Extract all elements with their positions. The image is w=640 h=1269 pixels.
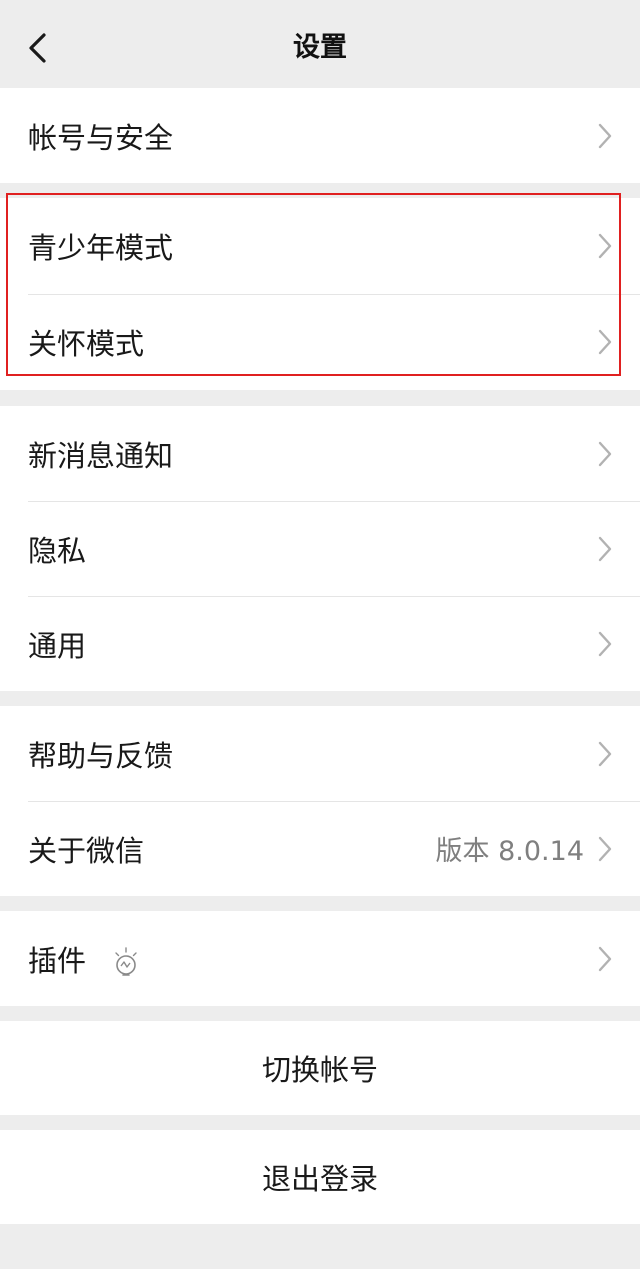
switch-account-button[interactable]: 切换帐号	[0, 1021, 640, 1115]
chevron-right-icon	[598, 123, 612, 149]
row-privacy[interactable]: 隐私	[0, 501, 640, 596]
lightbulb-icon	[111, 946, 141, 980]
chevron-right-icon	[598, 536, 612, 562]
chevron-right-icon	[598, 233, 612, 259]
row-label: 关怀模式	[28, 327, 145, 361]
row-account-security[interactable]: 帐号与安全	[0, 88, 640, 183]
chevron-right-icon	[598, 329, 612, 355]
row-label: 青少年模式	[28, 231, 174, 265]
row-label: 通用	[28, 628, 87, 663]
plugins-label: 插件	[28, 943, 87, 978]
row-care-mode[interactable]: 关怀模式	[0, 294, 640, 390]
chevron-right-icon	[598, 836, 612, 862]
row-label: 帐号与安全	[28, 120, 174, 155]
settings-group-account: 帐号与安全	[0, 88, 640, 183]
version-text: 版本 8.0.14	[435, 836, 584, 867]
chevron-right-icon	[598, 441, 612, 467]
row-label: 关于微信	[28, 833, 145, 868]
row-label: 隐私	[28, 533, 87, 568]
chevron-right-icon	[598, 741, 612, 767]
row-label: 插件	[28, 938, 598, 980]
nav-bar: 设置	[0, 0, 640, 88]
settings-group-help: 帮助与反馈 关于微信 版本 8.0.14	[0, 706, 640, 896]
row-help-feedback[interactable]: 帮助与反馈	[0, 706, 640, 801]
settings-group-modes: 青少年模式 关怀模式	[0, 198, 640, 390]
chevron-right-icon	[598, 946, 612, 972]
row-plugins[interactable]: 插件	[0, 911, 640, 1006]
page-title: 设置	[293, 32, 347, 63]
logout-button[interactable]: 退出登录	[0, 1130, 640, 1224]
row-new-message-notification[interactable]: 新消息通知	[0, 406, 640, 501]
row-about-wechat[interactable]: 关于微信 版本 8.0.14	[0, 801, 640, 896]
settings-group-plugins: 插件	[0, 911, 640, 1006]
settings-group-general: 新消息通知 隐私 通用	[0, 406, 640, 691]
row-label: 帮助与反馈	[28, 738, 174, 773]
chevron-right-icon	[598, 631, 612, 657]
row-teen-mode[interactable]: 青少年模式	[0, 198, 640, 294]
row-label: 新消息通知	[28, 438, 174, 473]
row-general[interactable]: 通用	[0, 596, 640, 691]
